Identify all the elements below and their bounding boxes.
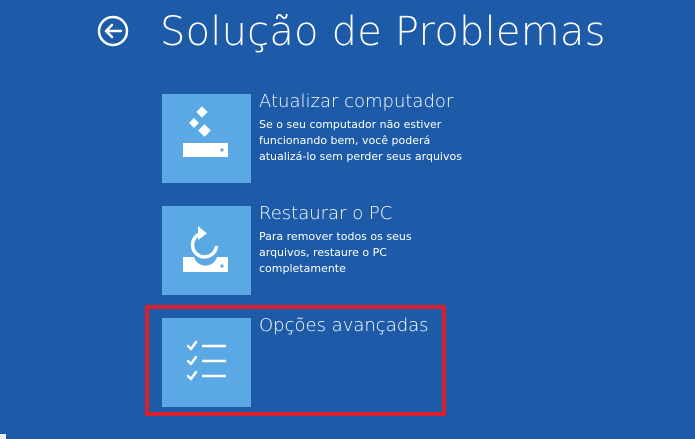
reset-pc-title: Restaurar o PC <box>259 203 393 224</box>
refresh-pc-description: Se o seu computador não estiver funciona… <box>259 118 462 163</box>
reset-pc-option[interactable]: Restaurar o PC Para remover todos os seu… <box>162 203 452 296</box>
advanced-options-title: Opções avançadas <box>259 315 429 336</box>
advanced-options-option[interactable]: Opções avançadas <box>162 315 452 408</box>
advanced-options-tile <box>162 318 251 407</box>
corner-mark <box>0 434 6 439</box>
refresh-pc-icon <box>183 106 228 157</box>
page-title: Solução de Problemas <box>160 9 606 55</box>
back-arrow-circle-icon <box>97 15 129 47</box>
reset-pc-icon <box>183 226 228 272</box>
refresh-pc-option[interactable]: Atualizar computador Se o seu computador… <box>162 91 462 184</box>
refresh-pc-tile <box>162 94 251 183</box>
refresh-pc-title: Atualizar computador <box>259 91 454 112</box>
reset-pc-description: Para remover todos os seus arquivos, res… <box>259 230 412 275</box>
reset-pc-tile <box>162 206 251 295</box>
checklist-icon <box>186 340 226 381</box>
back-button[interactable] <box>97 15 129 47</box>
